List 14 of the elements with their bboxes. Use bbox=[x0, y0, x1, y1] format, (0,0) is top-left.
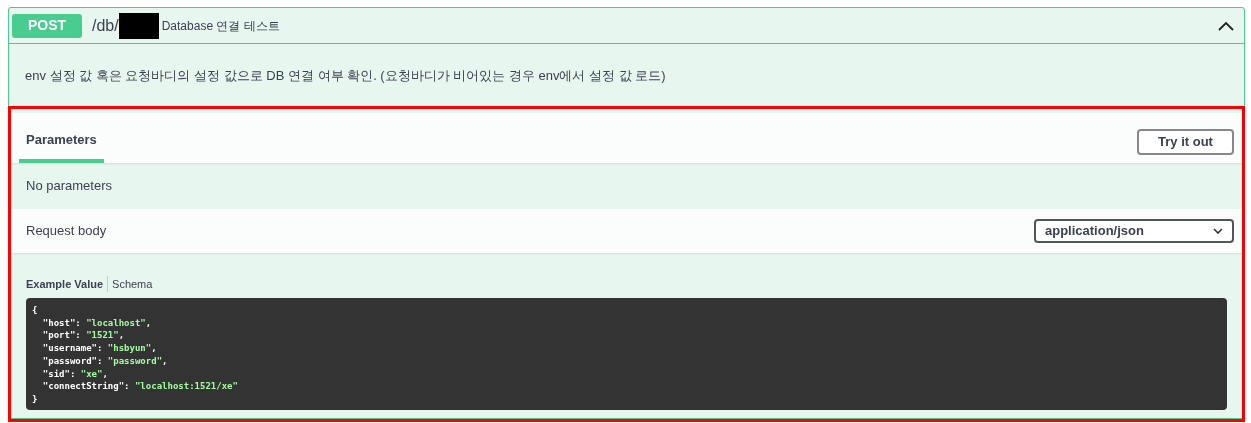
example-json-code: { "host": "localhost", "port": "1521", "username": "hsbyun", "password": "password", "sid": "xe", "connectString": "localhost:1521/xe" } bbox=[26, 298, 1227, 410]
method-badge: POST bbox=[12, 13, 82, 38]
endpoint-path: /db/ bbox=[92, 15, 119, 36]
chevron-up-icon[interactable] bbox=[1218, 20, 1234, 31]
description-text: env 설정 값 혹은 요청바디의 설정 값으로 DB 연결 여부 확인. (요청바디가 비어있는 경우 env에서 설정 값 로드) bbox=[25, 67, 666, 86]
content-type-dropdown[interactable]: application/json bbox=[1034, 219, 1234, 243]
example-tab[interactable]: Schema bbox=[108, 275, 153, 293]
request-body-label: Request body bbox=[26, 222, 107, 241]
try-it-out-button[interactable]: Try it out bbox=[1137, 129, 1234, 155]
chevron-down-icon bbox=[1213, 228, 1223, 234]
endpoint-summary: Database 연결 테스트 bbox=[161, 17, 280, 35]
parameters-tab[interactable]: Parameters bbox=[19, 129, 104, 163]
no-parameters-text: No parameters bbox=[25, 177, 113, 196]
example-tab[interactable]: Example Value bbox=[26, 275, 109, 293]
